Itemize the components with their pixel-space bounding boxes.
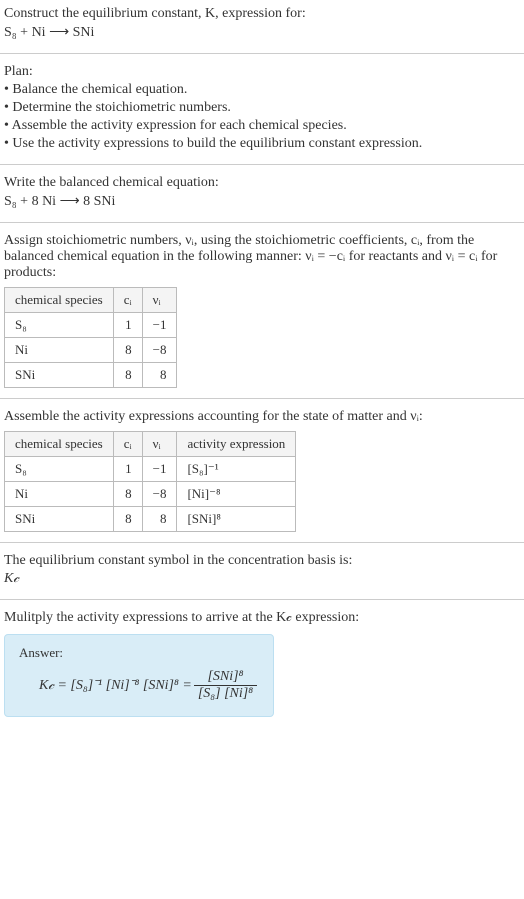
th-species: chemical species	[5, 288, 114, 313]
symbol-text: The equilibrium constant symbol in the c…	[4, 553, 520, 569]
cell-v: −1	[142, 457, 177, 482]
plan-item-3: • Use the activity expressions to build …	[4, 136, 520, 152]
activity-section: Assemble the activity expressions accoun…	[0, 398, 524, 542]
cell-activity: [SNi]⁸	[177, 507, 296, 532]
fraction-denominator: [S₈] [Ni]⁸	[194, 686, 257, 702]
intro-equation: S₈ + Ni ⟶ SNi	[4, 24, 520, 41]
cell-c: 1	[113, 313, 142, 338]
plan-item-1: • Determine the stoichiometric numbers.	[4, 100, 520, 116]
cell-species: S₈	[5, 313, 114, 338]
cell-species: SNi	[5, 507, 114, 532]
cell-species: Ni	[5, 482, 114, 507]
cell-v: −1	[142, 313, 177, 338]
balanced-equation: S₈ + 8 Ni ⟶ 8 SNi	[4, 193, 520, 210]
stoich-table: chemical species cᵢ νᵢ S₈ 1 −1 Ni 8 −8 S…	[4, 287, 177, 388]
th-ci: cᵢ	[113, 288, 142, 313]
table-row: SNi 8 8	[5, 363, 177, 388]
balanced-section: Write the balanced chemical equation: S₈…	[0, 164, 524, 222]
table-row: S₈ 1 −1 [S₈]⁻¹	[5, 457, 296, 482]
table-header-row: chemical species cᵢ νᵢ	[5, 288, 177, 313]
cell-c: 1	[113, 457, 142, 482]
cell-v: 8	[142, 363, 177, 388]
plan-item-0: • Balance the chemical equation.	[4, 82, 520, 98]
activity-text: Assemble the activity expressions accoun…	[4, 409, 520, 425]
th-vi: νᵢ	[142, 288, 177, 313]
page: Construct the equilibrium constant, K, e…	[0, 0, 524, 727]
table-row: SNi 8 8 [SNi]⁸	[5, 507, 296, 532]
intro-title-text: Construct the equilibrium constant, K, e…	[4, 6, 306, 21]
cell-species: SNi	[5, 363, 114, 388]
answer-fraction: [SNi]⁸ [S₈] [Ni]⁸	[194, 669, 257, 702]
cell-v: −8	[142, 482, 177, 507]
fraction-numerator: [SNi]⁸	[194, 669, 257, 686]
th-activity: activity expression	[177, 432, 296, 457]
th-vi: νᵢ	[142, 432, 177, 457]
cell-c: 8	[113, 338, 142, 363]
stoich-text: Assign stoichiometric numbers, νᵢ, using…	[4, 233, 520, 281]
intro-title: Construct the equilibrium constant, K, e…	[4, 6, 520, 22]
table-header-row: chemical species cᵢ νᵢ activity expressi…	[5, 432, 296, 457]
answer-label: Answer:	[19, 645, 259, 661]
table-row: Ni 8 −8 [Ni]⁻⁸	[5, 482, 296, 507]
cell-species: S₈	[5, 457, 114, 482]
answer-lhs: K𝒸 = [S₈]⁻¹ [Ni]⁻⁸ [SNi]⁸ =	[39, 678, 192, 694]
activity-table: chemical species cᵢ νᵢ activity expressi…	[4, 431, 296, 532]
cell-species: Ni	[5, 338, 114, 363]
plan-heading: Plan:	[4, 64, 520, 80]
table-row: S₈ 1 −1	[5, 313, 177, 338]
answer-box: Answer: K𝒸 = [S₈]⁻¹ [Ni]⁻⁸ [SNi]⁸ = [SNi…	[4, 634, 274, 717]
cell-activity: [Ni]⁻⁸	[177, 482, 296, 507]
balanced-heading: Write the balanced chemical equation:	[4, 175, 520, 191]
th-species: chemical species	[5, 432, 114, 457]
table-row: Ni 8 −8	[5, 338, 177, 363]
cell-v: −8	[142, 338, 177, 363]
plan-section: Plan: • Balance the chemical equation. •…	[0, 53, 524, 164]
answer-equation: K𝒸 = [S₈]⁻¹ [Ni]⁻⁸ [SNi]⁸ = [SNi]⁸ [S₈] …	[39, 669, 259, 702]
cell-v: 8	[142, 507, 177, 532]
plan-item-2: • Assemble the activity expression for e…	[4, 118, 520, 134]
th-ci: cᵢ	[113, 432, 142, 457]
cell-activity: [S₈]⁻¹	[177, 457, 296, 482]
symbol-section: The equilibrium constant symbol in the c…	[0, 542, 524, 599]
cell-c: 8	[113, 363, 142, 388]
symbol-value: K𝒸	[4, 571, 520, 587]
cell-c: 8	[113, 482, 142, 507]
intro-equation-text: S₈ + Ni ⟶ SNi	[4, 25, 94, 40]
final-section: Mulitply the activity expressions to arr…	[0, 599, 524, 727]
stoich-section: Assign stoichiometric numbers, νᵢ, using…	[0, 222, 524, 398]
final-text: Mulitply the activity expressions to arr…	[4, 610, 520, 626]
cell-c: 8	[113, 507, 142, 532]
intro-section: Construct the equilibrium constant, K, e…	[0, 0, 524, 53]
